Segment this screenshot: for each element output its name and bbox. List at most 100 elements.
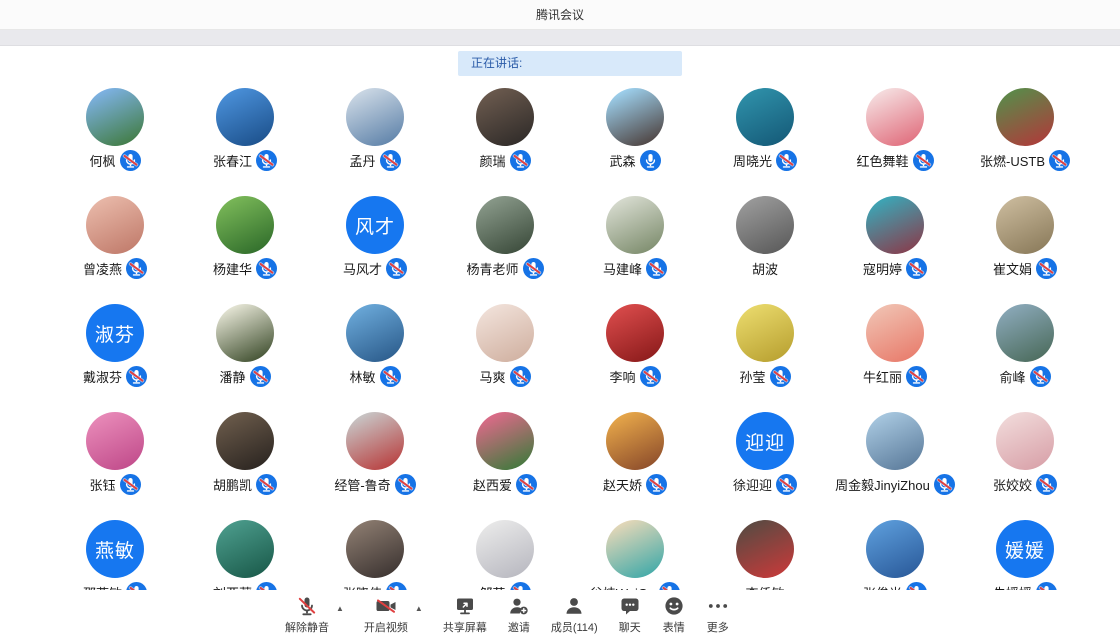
toolbar-button-mic-off[interactable]: 解除静音 — [285, 590, 329, 635]
participant-avatar — [866, 88, 924, 146]
participant-avatar — [216, 196, 274, 254]
participant[interactable]: 淑芬 戴淑芬 — [50, 304, 180, 412]
participant[interactable]: 孟丹 — [310, 88, 440, 196]
mic-muted-icon — [770, 366, 791, 387]
participant-name: 李响 — [609, 367, 635, 386]
toolbar: 解除静音▲开启视频▲共享屏幕邀请成员(114)聊天表情更多 — [0, 590, 1120, 630]
mic-muted-icon — [250, 366, 271, 387]
mic-muted-icon — [510, 366, 531, 387]
participant[interactable]: 杨青老师 — [440, 196, 570, 304]
mic-muted-icon — [395, 474, 416, 495]
mic-muted-icon — [256, 474, 277, 495]
mic-active-icon — [640, 150, 661, 171]
participant[interactable]: 曾凌燕 — [50, 196, 180, 304]
participant-avatar — [476, 196, 534, 254]
participant[interactable]: 俞峰 — [960, 304, 1090, 412]
participant-avatar-text: 媛媛 — [996, 520, 1054, 578]
participant-avatar — [866, 196, 924, 254]
participant[interactable]: 寇明婷 — [830, 196, 960, 304]
participant[interactable]: 张燃-USTB — [960, 88, 1090, 196]
participant-name-row: 何枫 — [89, 150, 140, 171]
participant[interactable]: 李响 — [570, 304, 700, 412]
participant[interactable]: 赵天娇 — [570, 412, 700, 520]
mic-off-icon — [295, 594, 319, 618]
participant[interactable]: 胡鹏凯 — [180, 412, 310, 520]
toolbar-button-chat[interactable]: 聊天 — [618, 590, 642, 635]
toolbar-group-chat: 聊天 — [618, 590, 642, 635]
participant[interactable]: 马爽 — [440, 304, 570, 412]
toolbar-group-members: 成员(114) — [551, 590, 598, 635]
participant-name: 孟丹 — [349, 151, 375, 170]
participant-avatar — [606, 196, 664, 254]
participant[interactable]: 牛红丽 — [830, 304, 960, 412]
participant-avatar — [86, 196, 144, 254]
participant-name-row: 胡波 — [752, 258, 778, 279]
toolbar-label-chat: 聊天 — [619, 619, 641, 635]
participant[interactable]: 孙莹 — [700, 304, 830, 412]
participant[interactable]: 胡波 — [700, 196, 830, 304]
participant-name-row: 寇明婷 — [863, 258, 927, 279]
toolbar-label-invite: 邀请 — [508, 619, 530, 635]
participant[interactable]: 颜瑞 — [440, 88, 570, 196]
participant[interactable]: 红色舞鞋 — [830, 88, 960, 196]
video-off-icon — [374, 594, 398, 618]
mic-muted-icon — [256, 258, 277, 279]
participant[interactable]: 赵西爱 — [440, 412, 570, 520]
mic-muted-icon — [1030, 366, 1051, 387]
toolbar-button-share-screen[interactable]: 共享屏幕 — [443, 590, 487, 635]
participant[interactable]: 周晓光 — [700, 88, 830, 196]
toolbar-button-video-off[interactable]: 开启视频 — [364, 590, 408, 635]
mic-muted-icon — [1049, 150, 1070, 171]
participant[interactable]: 林敏 — [310, 304, 440, 412]
caret-up-icon[interactable]: ▲ — [336, 604, 344, 613]
participant[interactable]: 张春江 — [180, 88, 310, 196]
participant-avatar — [996, 196, 1054, 254]
participant-avatar — [996, 304, 1054, 362]
participant[interactable]: 周金毅JinyiZhou — [830, 412, 960, 520]
participant-avatar-text: 淑芬 — [86, 304, 144, 362]
toolbar-button-members[interactable]: 成员(114) — [551, 590, 598, 635]
mic-muted-icon — [510, 150, 531, 171]
toolbar-button-invite[interactable]: 邀请 — [507, 590, 531, 635]
participant-name: 杨建华 — [213, 259, 252, 278]
participant-name: 何枫 — [89, 151, 115, 170]
participant-avatar — [736, 520, 794, 578]
participant-name-row: 武森 — [609, 150, 660, 171]
mic-muted-icon — [126, 258, 147, 279]
participant[interactable]: 何枫 — [50, 88, 180, 196]
toolbar-group-video-off: 开启视频 ▲ — [364, 590, 423, 635]
participant-avatar — [346, 412, 404, 470]
toolbar-button-more[interactable]: 更多 — [706, 590, 730, 635]
participant-name-row: 周金毅JinyiZhou — [835, 474, 955, 495]
mic-muted-icon — [640, 366, 661, 387]
participant-avatar — [606, 88, 664, 146]
toolbar-group-invite: 邀请 — [507, 590, 531, 635]
participant[interactable]: 张钰 — [50, 412, 180, 520]
participant-grid: 何枫 张春江 孟丹 颜瑞 武森 周晓光 — [50, 88, 1090, 628]
participant[interactable]: 杨建华 — [180, 196, 310, 304]
participant-name-row: 张燃-USTB — [980, 150, 1070, 171]
members-icon — [562, 594, 586, 618]
toolbar-label-members: 成员(114) — [551, 619, 598, 635]
mic-muted-icon — [776, 150, 797, 171]
participant[interactable]: 武森 — [570, 88, 700, 196]
participant[interactable]: 潘静 — [180, 304, 310, 412]
participant[interactable]: 张姣姣 — [960, 412, 1090, 520]
participant[interactable]: 马建峰 — [570, 196, 700, 304]
participant-avatar — [606, 304, 664, 362]
participant[interactable]: 崔文娟 — [960, 196, 1090, 304]
participant-name: 马爽 — [479, 367, 505, 386]
participant[interactable]: 风才 马风才 — [310, 196, 440, 304]
participant[interactable]: 迎迎 徐迎迎 — [700, 412, 830, 520]
participant-avatar — [996, 412, 1054, 470]
participant-avatar — [996, 88, 1054, 146]
participant-name-row: 经管-鲁奇 — [334, 474, 415, 495]
participant-name: 寇明婷 — [863, 259, 902, 278]
mic-muted-icon — [380, 150, 401, 171]
toolbar-button-emoji[interactable]: 表情 — [662, 590, 686, 635]
caret-up-icon[interactable]: ▲ — [415, 604, 423, 613]
participant-name-row: 杨青老师 — [466, 258, 543, 279]
participant-name: 俞峰 — [999, 367, 1025, 386]
participant[interactable]: 经管-鲁奇 — [310, 412, 440, 520]
participant-name-row: 杨建华 — [213, 258, 277, 279]
